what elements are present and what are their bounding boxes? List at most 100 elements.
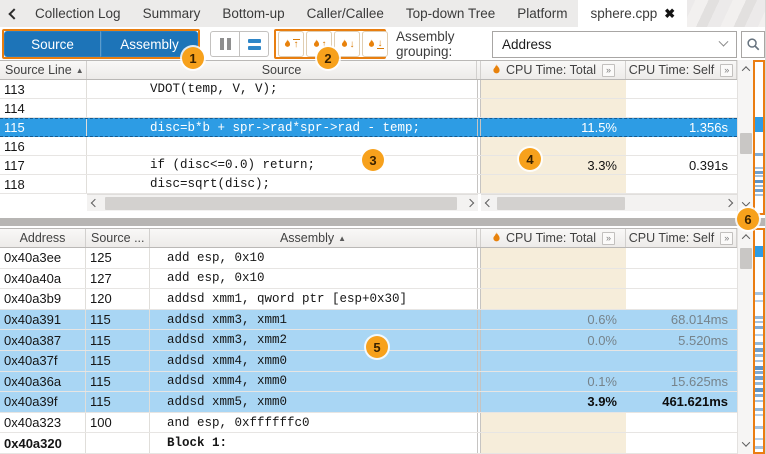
source-hotspot-marker-strip[interactable] <box>753 60 765 215</box>
close-icon[interactable]: ✖ <box>664 7 675 20</box>
cpu-total-cell: 3.9% <box>481 392 626 412</box>
cpu-total-cell: 11.5% <box>481 119 626 136</box>
jump-to-coldest-line-button[interactable]: ↓ <box>362 31 388 57</box>
prev-hot-line-button[interactable]: ↑ <box>306 31 332 57</box>
source-horizontal-scrollbar[interactable] <box>87 194 478 211</box>
line-number-cell: 113 <box>0 80 87 98</box>
header-label: CPU Time: Total <box>506 231 596 245</box>
scroll-up-icon[interactable] <box>738 61 754 77</box>
cpu-self-cell <box>626 433 737 453</box>
assembly-code-cell: addsd xmm3, xmm1 <box>150 310 477 330</box>
assembly-row-block-label[interactable]: 0x40a320 Block 1: <box>0 433 737 454</box>
scrollbar-thumb[interactable] <box>740 133 752 154</box>
hot-line-marker <box>755 371 763 374</box>
assembly-row[interactable]: 0x40a3ee 125 add esp, 0x10 <box>0 248 737 269</box>
panel-splitter[interactable] <box>0 215 766 228</box>
tab-caller-callee[interactable]: Caller/Callee <box>296 0 395 27</box>
scroll-up-icon[interactable] <box>738 229 754 245</box>
cpu-self-cell <box>626 289 737 309</box>
assembly-row-highlighted[interactable]: 0x40a387 115 addsd xmm3, xmm2 0.0% 5.520… <box>0 330 737 351</box>
column-header-source-line[interactable]: Source Line ▲ <box>0 61 87 79</box>
expand-column-icon[interactable]: » <box>602 64 615 77</box>
address-cell: 0x40a39f <box>0 392 86 412</box>
hot-line-marker <box>755 376 763 380</box>
hot-line-marker <box>755 292 763 295</box>
source-row-selected[interactable]: 115 disc=b*b + spr->rad*spr->rad - temp;… <box>0 118 737 137</box>
cpu-total-cell <box>481 137 626 155</box>
assembly-view-button[interactable]: Assembly <box>101 31 198 57</box>
arrow-up-to-bar-icon: ↑ <box>293 39 300 50</box>
assembly-hotspot-marker-strip[interactable] <box>753 228 765 454</box>
cpu-columns-horizontal-scrollbar[interactable] <box>481 194 737 211</box>
tab-summary[interactable]: Summary <box>132 0 212 27</box>
hot-line-marker <box>755 334 763 336</box>
assembly-grouping-select[interactable]: Address <box>492 31 737 58</box>
hot-line-marker <box>755 180 763 183</box>
assembly-row[interactable]: 0x40a3b9 120 addsd xmm1, qword ptr [esp+… <box>0 289 737 310</box>
scroll-right-icon[interactable] <box>462 195 478 212</box>
source-row[interactable]: 118 disc=sqrt(disc); <box>0 175 737 194</box>
scroll-right-icon[interactable] <box>721 195 737 212</box>
source-line-cell: 125 <box>86 248 150 268</box>
assembly-row-highlighted[interactable]: 0x40a391 115 addsd xmm3, xmm1 0.6% 68.01… <box>0 310 737 331</box>
tab-sphere-cpp[interactable]: sphere.cpp ✖ <box>578 0 687 27</box>
source-row[interactable]: 117 if (disc<=0.0) return; 3.3% 0.391s <box>0 156 737 175</box>
source-panel: Source Line ▲ Source CPU Time: Total » C… <box>0 60 766 215</box>
search-button[interactable] <box>741 31 765 58</box>
chevron-down-icon <box>719 37 729 47</box>
source-line-cell: 100 <box>86 413 150 433</box>
scroll-left-icon[interactable] <box>481 195 497 212</box>
hot-line-marker <box>755 246 763 257</box>
scroll-down-icon[interactable] <box>738 196 754 212</box>
assembly-vertical-scrollbar[interactable] <box>737 228 753 454</box>
assembly-row[interactable]: 0x40a323 100 and esp, 0xffffffc0 <box>0 413 737 434</box>
cpu-self-cell: 5.520ms <box>626 330 737 350</box>
flame-icon <box>283 39 292 50</box>
source-vertical-scrollbar[interactable] <box>737 60 753 215</box>
cpu-total-cell <box>481 269 626 289</box>
back-button[interactable] <box>0 0 24 27</box>
column-header-source[interactable]: Source <box>87 61 477 79</box>
source-row[interactable]: 114 <box>0 99 737 118</box>
hot-line-marker <box>755 408 763 411</box>
tab-top-down-tree[interactable]: Top-down Tree <box>395 0 506 27</box>
source-view-button[interactable]: Source <box>4 31 101 57</box>
header-label: Assembly <box>280 231 334 245</box>
assembly-row-highlighted[interactable]: 0x40a39f 115 addsd xmm5, xmm0 3.9% 461.6… <box>0 392 737 413</box>
scroll-down-icon[interactable] <box>738 436 754 452</box>
scroll-left-icon[interactable] <box>87 195 103 212</box>
cpu-total-cell: 0.0% <box>481 330 626 350</box>
tab-platform[interactable]: Platform <box>506 0 578 27</box>
cpu-self-cell <box>626 99 737 117</box>
split-layout-button[interactable] <box>239 31 269 57</box>
hot-line-marker <box>755 189 763 192</box>
address-cell: 0x40a3ee <box>0 248 86 268</box>
column-header-address[interactable]: Address <box>0 229 86 247</box>
expand-column-icon[interactable]: » <box>602 232 615 245</box>
tab-bottom-up[interactable]: Bottom-up <box>211 0 295 27</box>
hot-line-marker <box>755 414 763 416</box>
jump-to-hottest-line-button[interactable]: ↑ <box>278 31 304 57</box>
column-header-cpu-self[interactable]: CPU Time: Self » <box>626 61 737 79</box>
tab-collection-log[interactable]: Collection Log <box>24 0 132 27</box>
source-row[interactable]: 113 VDOT(temp, V, V); <box>0 80 737 99</box>
assembly-row-highlighted[interactable]: 0x40a36a 115 addsd xmm4, xmm0 0.1% 15.62… <box>0 372 737 393</box>
hot-line-marker <box>755 426 763 429</box>
address-cell: 0x40a37f <box>0 351 86 371</box>
column-header-cpu-total[interactable]: CPU Time: Total » <box>481 61 626 79</box>
scrollbar-thumb[interactable] <box>740 248 752 269</box>
assembly-row[interactable]: 0x40a40a 127 add esp, 0x10 <box>0 269 737 290</box>
next-hot-line-button[interactable]: ↓ <box>334 31 360 57</box>
pause-button[interactable] <box>210 31 240 57</box>
column-header-source-file[interactable]: Source ... <box>86 229 150 247</box>
column-header-cpu-total[interactable]: CPU Time: Total » <box>481 229 626 247</box>
flame-icon <box>491 232 502 245</box>
column-header-cpu-self[interactable]: CPU Time: Self » <box>626 229 737 247</box>
assembly-code-cell: add esp, 0x10 <box>150 248 477 268</box>
column-header-assembly[interactable]: Assembly ▲ <box>150 229 477 247</box>
assembly-table-header: Address Source ... Assembly ▲ CPU Time: … <box>0 228 737 248</box>
expand-column-icon[interactable]: » <box>720 64 733 77</box>
expand-column-icon[interactable]: » <box>720 232 733 245</box>
assembly-row-highlighted[interactable]: 0x40a37f 115 addsd xmm4, xmm0 <box>0 351 737 372</box>
source-row[interactable]: 116 <box>0 137 737 156</box>
